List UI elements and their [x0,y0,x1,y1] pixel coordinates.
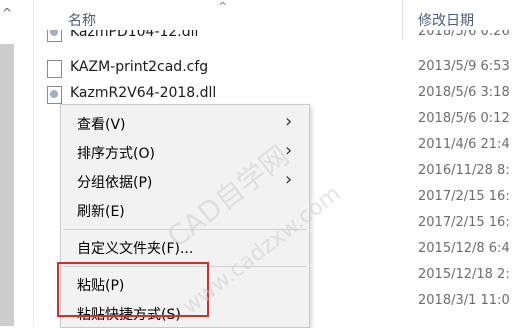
column-header-name[interactable]: 名称 [68,10,96,30]
highlight-box [57,262,209,317]
file-date: 2017/2/15 16: [418,189,510,204]
menu-item-view[interactable]: 查看(V) › [61,109,309,138]
file-date: 2018/5/6 0:12 [418,111,510,126]
scroll-up-icon[interactable]: ^ [2,6,12,20]
menu-item-refresh[interactable]: 刷新(E) [61,196,309,225]
menu-item-sort[interactable]: 排序方式(O) › [61,138,309,167]
menu-separator [63,229,307,230]
navigation-scrollbar[interactable] [0,44,14,326]
navigation-pane: ^ [0,0,34,326]
menu-item-label: 自定义文件夹(F)... [77,241,194,257]
menu-item-label: 分组依据(P) [77,175,153,191]
dll-icon [47,30,62,42]
file-date: 2015/12/8 6:4 [418,241,510,256]
file-icon [47,60,62,78]
file-date: 2011/4/6 21:4 [418,137,510,152]
chevron-right-icon: › [285,169,293,190]
file-date: 2018/5/6 0:26 [418,30,510,39]
file-date: 2016/11/28 8: [418,163,510,178]
sort-ascending-icon: ^ [218,0,228,13]
chevron-right-icon: › [285,140,293,161]
menu-item-label: 查看(V) [77,117,126,133]
file-name: KAZM-print2cad.cfg [70,59,209,75]
file-date: 2013/5/9 6:53 [418,59,510,74]
file-date: 2015/12/18 2: [418,267,510,282]
menu-item-label: 刷新(E) [77,204,125,220]
file-row[interactable]: KAZM-print2cad.cfg 2013/5/9 6:53 [34,56,526,82]
file-name: KazmR2V64-2018.dll [70,85,217,101]
file-row[interactable]: KazmPD104-12.dll 2018/5/6 0:26 [34,30,526,48]
chevron-right-icon: › [285,111,293,132]
file-date: 2018/5/6 3:18 [418,85,510,100]
menu-item-group[interactable]: 分组依据(P) › [61,167,309,196]
menu-item-customize-folder[interactable]: 自定义文件夹(F)... [61,233,309,262]
file-name: KazmPD104-12.dll [70,30,199,40]
menu-item-label: 排序方式(O) [77,146,155,162]
file-date: 2018/3/1 11:0 [418,293,510,308]
dll-icon [47,86,62,104]
column-header-date[interactable]: 修改日期 [418,10,474,30]
file-date: 2017/2/15 16: [418,215,510,230]
